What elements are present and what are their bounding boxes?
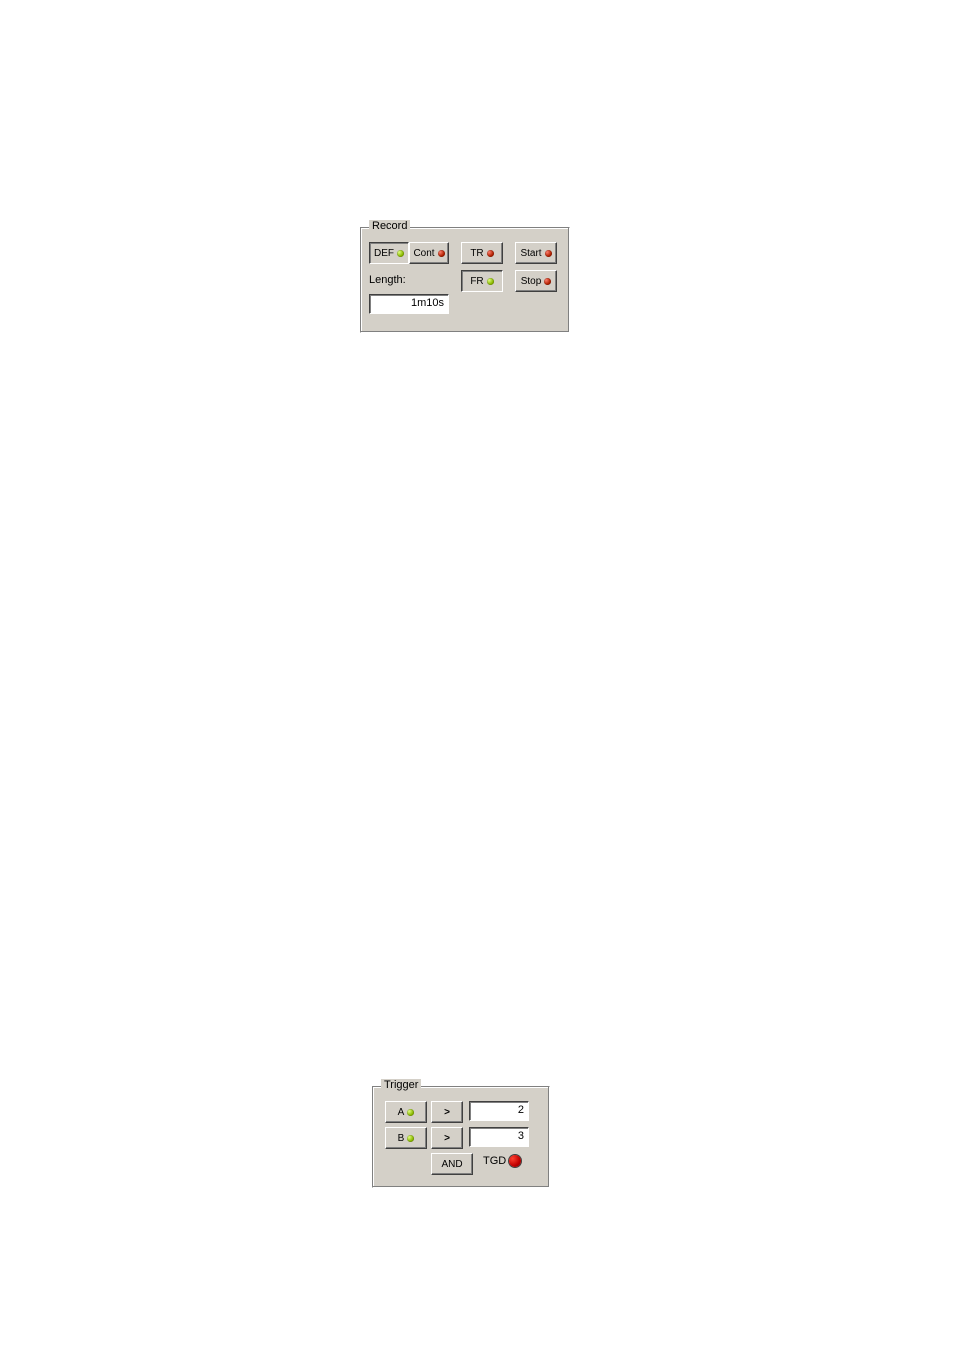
def-button-label: DEF <box>374 248 394 259</box>
fr-button[interactable]: FR <box>461 270 503 292</box>
cont-button-label: Cont <box>413 248 434 259</box>
trigger-a-button[interactable]: A <box>385 1101 427 1123</box>
tr-button[interactable]: TR <box>461 242 503 264</box>
trigger-groupbox: Trigger A > 2 B > 3 AND TGD <box>372 1086 550 1188</box>
stop-button[interactable]: Stop <box>515 270 557 292</box>
trigger-a-value-input[interactable]: 2 <box>469 1101 529 1121</box>
trigger-b-button[interactable]: B <box>385 1127 427 1149</box>
length-input[interactable]: 1m10s <box>369 294 449 314</box>
trigger-a-op-label: > <box>444 1107 450 1118</box>
led-red-icon <box>438 250 445 257</box>
record-legend: Record <box>369 220 410 232</box>
record-groupbox: Record DEF Cont TR Start Length: FR Stop… <box>360 227 570 333</box>
trigger-logic-label: AND <box>441 1159 462 1170</box>
length-label: Length: <box>369 274 406 286</box>
tgd-led-icon <box>509 1155 521 1167</box>
led-red-icon <box>487 250 494 257</box>
tgd-indicator: TGD <box>483 1155 521 1167</box>
start-button[interactable]: Start <box>515 242 557 264</box>
trigger-b-op-button[interactable]: > <box>431 1127 463 1149</box>
led-red-icon <box>545 250 552 257</box>
led-red-icon <box>544 278 551 285</box>
cont-button[interactable]: Cont <box>409 242 449 264</box>
trigger-a-label: A <box>398 1107 405 1118</box>
led-green-icon <box>407 1109 414 1116</box>
trigger-a-op-button[interactable]: > <box>431 1101 463 1123</box>
stop-button-label: Stop <box>521 276 542 287</box>
start-button-label: Start <box>520 248 541 259</box>
trigger-legend: Trigger <box>381 1079 421 1091</box>
led-green-icon <box>397 250 404 257</box>
trigger-logic-button[interactable]: AND <box>431 1153 473 1175</box>
tgd-label: TGD <box>483 1155 506 1167</box>
trigger-b-value-input[interactable]: 3 <box>469 1127 529 1147</box>
trigger-b-op-label: > <box>444 1133 450 1144</box>
fr-button-label: FR <box>470 276 483 287</box>
led-green-icon <box>487 278 494 285</box>
led-green-icon <box>407 1135 414 1142</box>
def-button[interactable]: DEF <box>369 242 409 264</box>
trigger-b-label: B <box>398 1133 405 1144</box>
tr-button-label: TR <box>470 248 483 259</box>
